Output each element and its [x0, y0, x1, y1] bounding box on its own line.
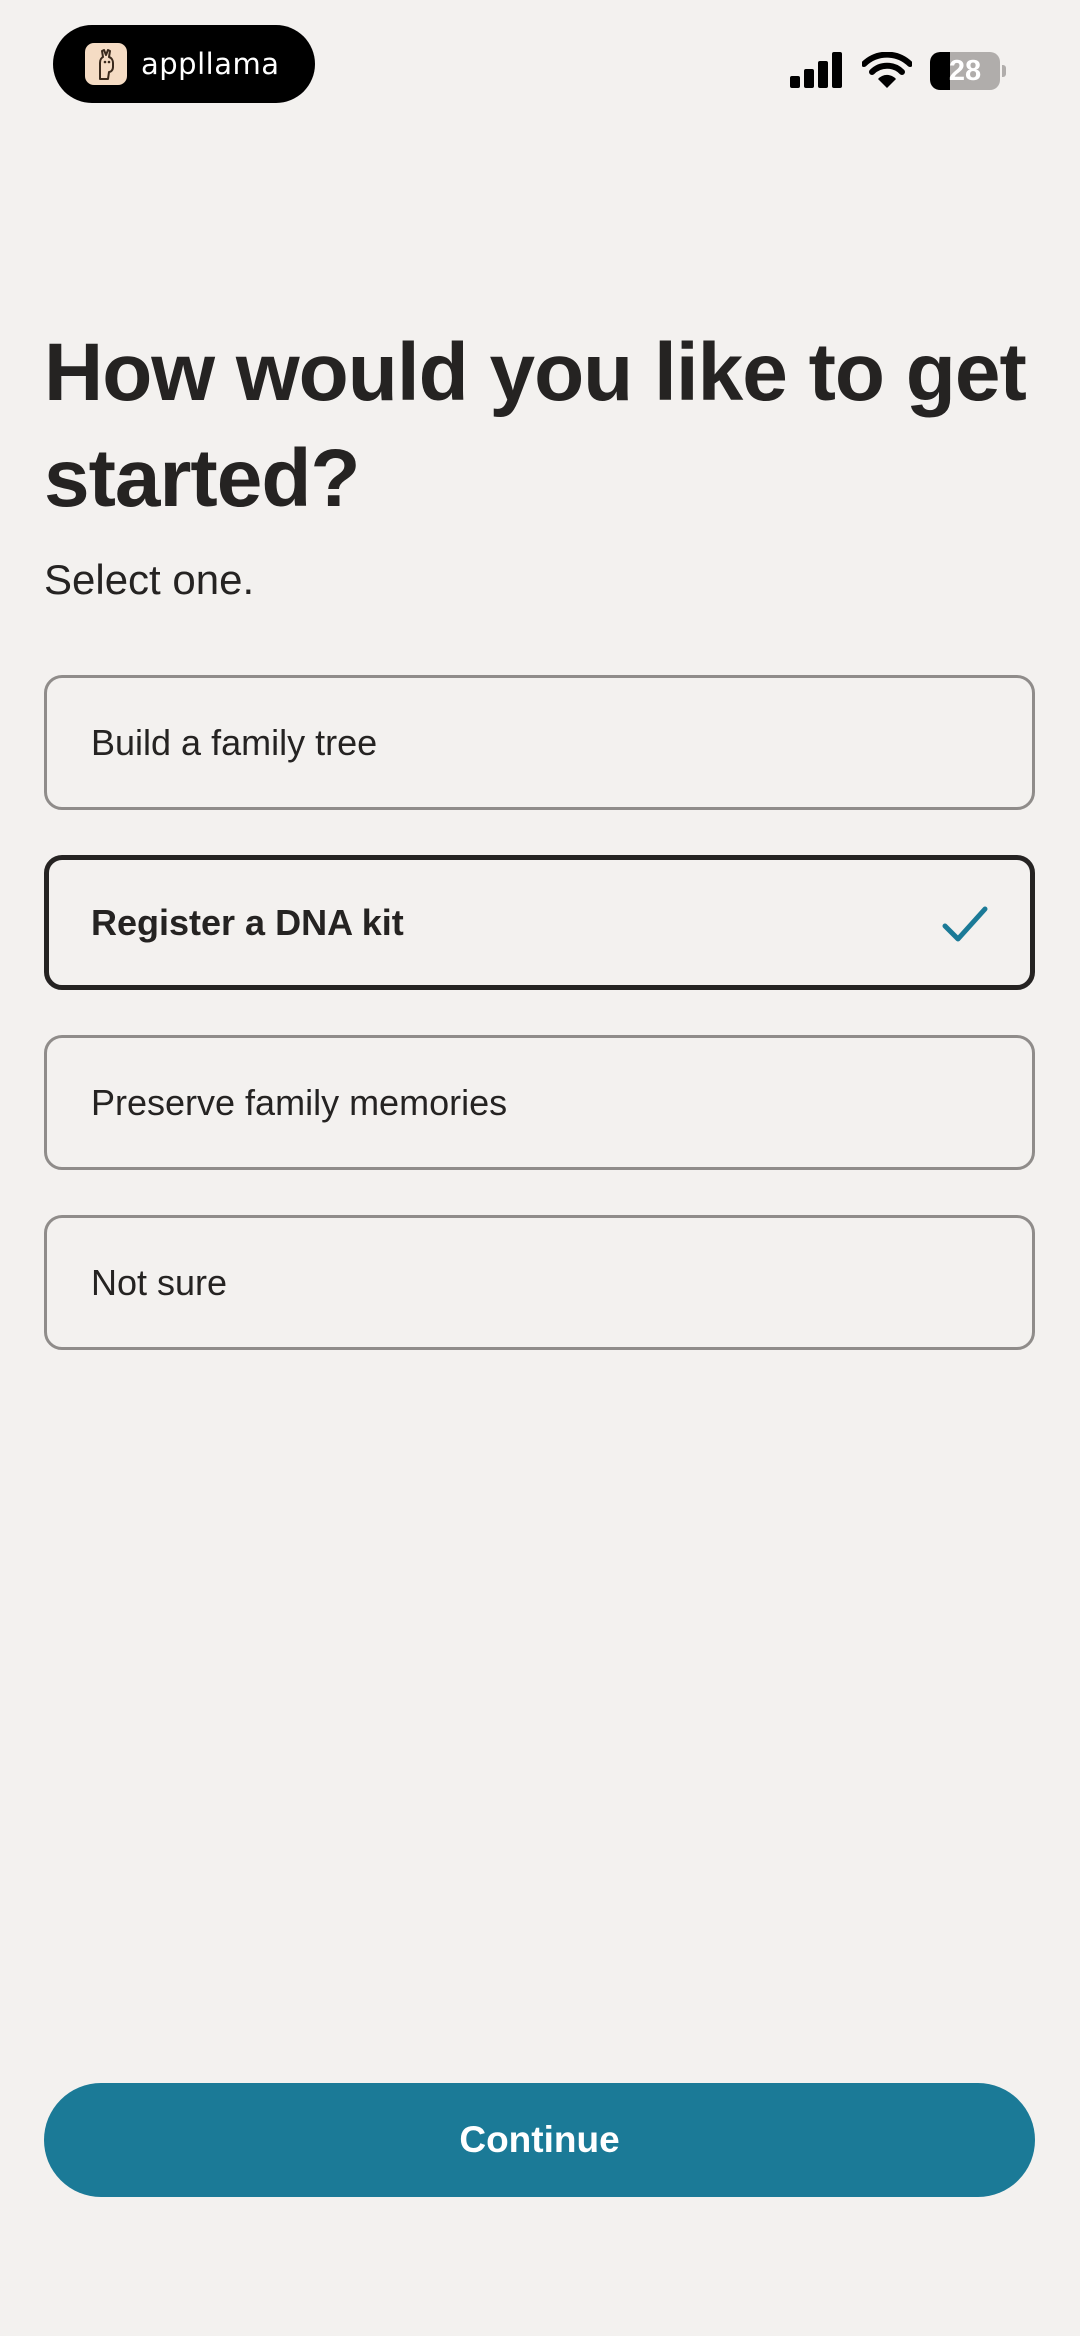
app-badge[interactable]: appllama — [53, 25, 315, 103]
option-preserve-family-memories[interactable]: Preserve family memories — [44, 1035, 1035, 1170]
wifi-icon — [862, 52, 912, 88]
option-label: Register a DNA kit — [91, 901, 404, 943]
checkmark-icon — [942, 906, 988, 942]
battery-indicator: 28 — [930, 52, 1006, 90]
page-title: How would you like to get started? — [44, 327, 1027, 524]
status-bar: appllama 28 — [0, 0, 1080, 130]
option-list: Build a family tree Register a DNA kit P… — [44, 675, 1035, 1395]
app-name: appllama — [141, 47, 280, 81]
continue-button[interactable]: Continue — [44, 2083, 1035, 2197]
option-label: Preserve family memories — [91, 1081, 508, 1123]
option-register-dna-kit[interactable]: Register a DNA kit — [44, 855, 1035, 990]
page-subtitle: Select one. — [44, 556, 255, 603]
option-label: Not sure — [91, 1261, 228, 1303]
battery-tip — [1002, 65, 1006, 77]
option-not-sure[interactable]: Not sure — [44, 1215, 1035, 1350]
option-label: Build a family tree — [91, 721, 378, 763]
llama-icon — [85, 43, 127, 85]
battery-level: 28 — [948, 55, 982, 87]
battery-body: 28 — [930, 52, 1000, 90]
cellular-signal-icon — [790, 52, 842, 88]
option-build-family-tree[interactable]: Build a family tree — [44, 675, 1035, 810]
